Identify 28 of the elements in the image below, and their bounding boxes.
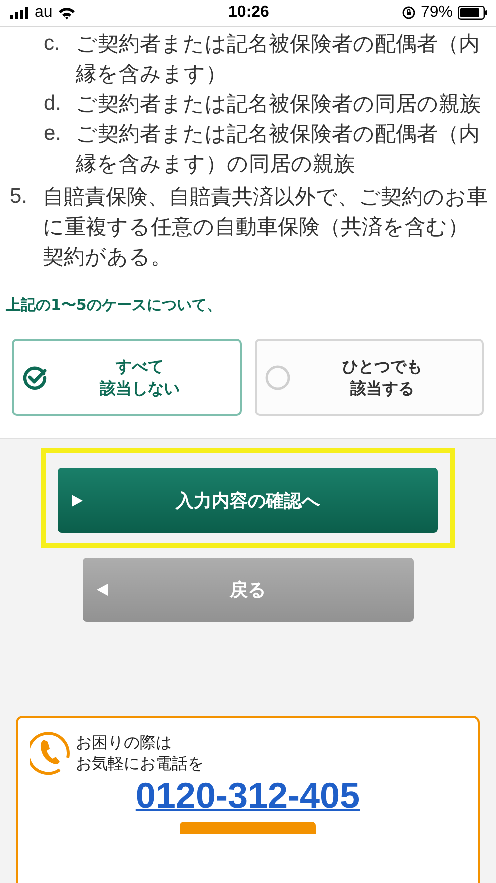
condition-text: ご契約者または記名被保険者の配偶者（内縁を含みます）の同居の親族	[76, 121, 481, 178]
condition-text: ご契約者または記名被保険者の同居の親族	[76, 91, 482, 118]
battery-icon	[458, 6, 488, 20]
answer-option[interactable]: ひとつでも 該当する	[254, 339, 484, 416]
play-arrow-icon	[72, 494, 83, 506]
answer-option[interactable]: すべて 該当しない	[12, 339, 242, 416]
condition-text: ご契約者または記名被保険者の配偶者（内縁を含みます）	[76, 31, 481, 88]
item-letter: d.	[44, 91, 63, 117]
clock-time: 10:26	[228, 4, 270, 22]
rotation-lock-icon	[402, 6, 416, 20]
item-letter: c.	[44, 31, 62, 57]
condition-text: 自賠責保険、自賠責共済以外で、ご契約のお車に重複する任意の自動車保険（共済を含む）契約がある。	[43, 184, 488, 271]
phone-icon	[30, 730, 72, 776]
call-button[interactable]	[180, 822, 316, 834]
contact-text: お困りの際は	[76, 732, 173, 753]
phone-number-link[interactable]: 0120-312-405	[136, 776, 360, 816]
contact-text: お気軽にお電話を	[76, 753, 204, 774]
item-number: 5.	[10, 184, 29, 210]
signal-icon	[10, 7, 30, 19]
carrier-name: au	[35, 4, 53, 22]
question-text: 上記の1〜5のケースについて、	[6, 296, 223, 315]
radio-circle-icon	[264, 364, 290, 390]
wifi-icon	[58, 6, 76, 20]
item-letter: e.	[44, 121, 63, 147]
confirm-button[interactable]: 入力内容の確認へ	[58, 468, 438, 533]
back-arrow-icon	[96, 584, 108, 596]
battery-percent: 79%	[420, 4, 453, 22]
check-circle-icon	[22, 364, 48, 390]
